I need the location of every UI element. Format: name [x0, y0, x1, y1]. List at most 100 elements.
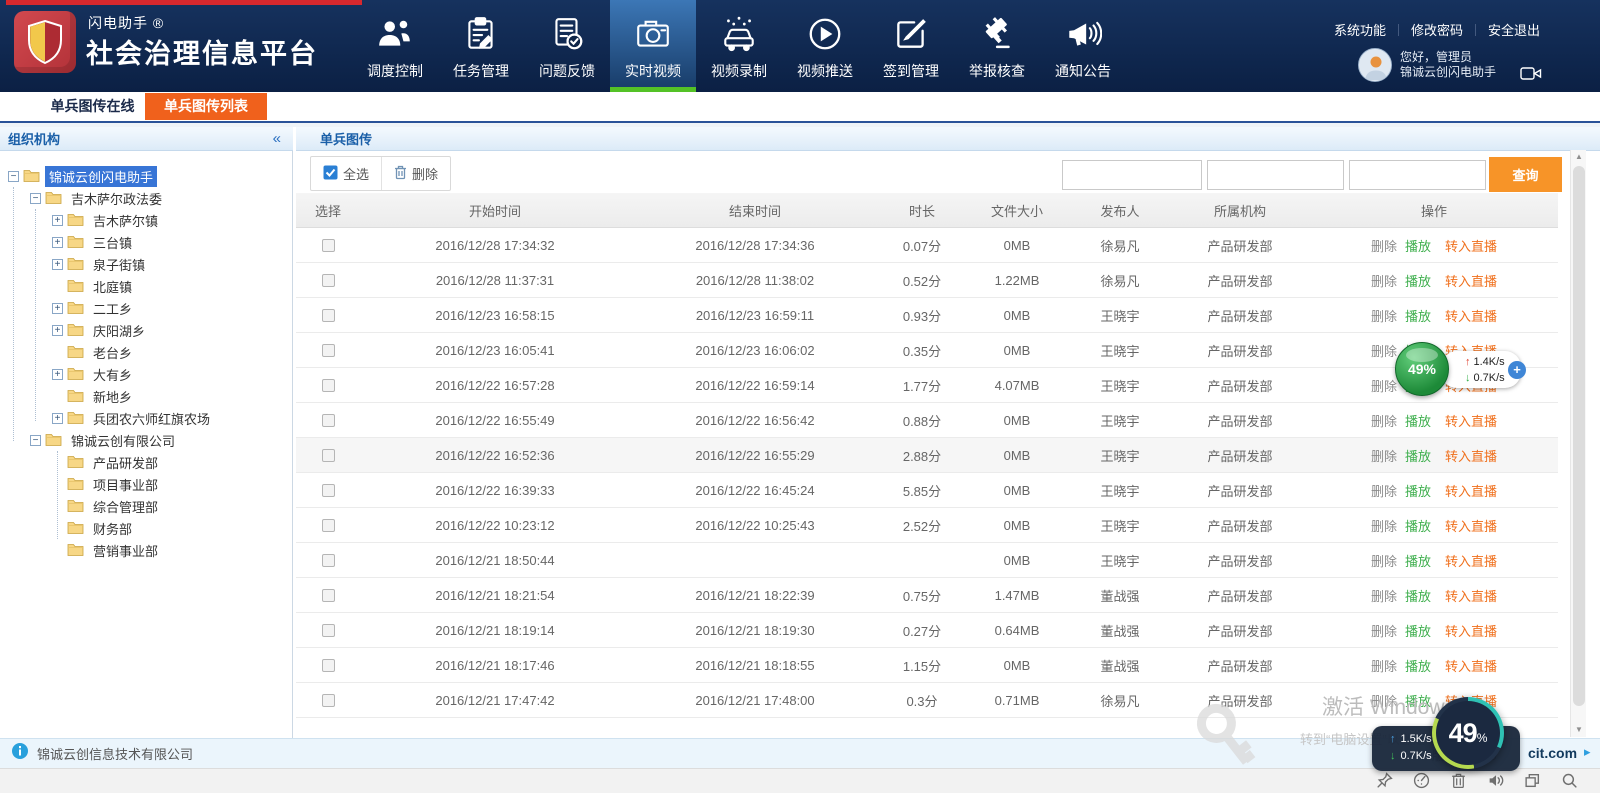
- tree-node[interactable]: −锦诚云创闪电助手: [8, 165, 157, 187]
- tree-node-label[interactable]: 泉子街镇: [89, 254, 149, 275]
- expand-node-icon[interactable]: +: [52, 215, 63, 226]
- nav-item-task[interactable]: 任务管理: [438, 0, 524, 92]
- tree-node-label[interactable]: 大有乡: [89, 364, 136, 385]
- tree-node[interactable]: + 吉木萨尔镇: [52, 209, 162, 231]
- action-to-live-link[interactable]: 转入直播: [1445, 624, 1497, 639]
- footer-copyright-domain[interactable]: cit.com: [1528, 745, 1577, 761]
- action-play-link[interactable]: 播放: [1405, 589, 1431, 604]
- action-play-link[interactable]: 播放: [1405, 414, 1431, 429]
- scroll-up-arrow[interactable]: ▲: [1571, 150, 1587, 164]
- tab-danbing-online[interactable]: 单兵图传在线: [30, 92, 155, 121]
- action-to-live-link[interactable]: 转入直播: [1445, 519, 1497, 534]
- action-delete-link[interactable]: 删除: [1371, 414, 1397, 429]
- nav-item-play[interactable]: 视频推送: [782, 0, 868, 92]
- nav-item-car[interactable]: 视频录制: [696, 0, 782, 92]
- action-delete-link[interactable]: 删除: [1371, 379, 1397, 394]
- tree-node[interactable]: − 吉木萨尔政法委: [30, 187, 166, 209]
- nav-item-camera[interactable]: 实时视频: [610, 0, 696, 92]
- pin-icon[interactable]: [1376, 772, 1393, 789]
- tree-node[interactable]: +庆阳湖乡: [52, 319, 149, 341]
- select-all-button[interactable]: 全选: [311, 157, 381, 190]
- nav-item-gavel[interactable]: 举报核查: [954, 0, 1040, 92]
- trash-icon[interactable]: [1450, 772, 1467, 789]
- footer-arrow-icon[interactable]: ▸: [1584, 744, 1591, 760]
- tree-node[interactable]: 营销事业部: [52, 539, 162, 561]
- action-to-live-link[interactable]: 转入直播: [1445, 239, 1497, 254]
- query-button[interactable]: 查询: [1489, 157, 1562, 192]
- filter-input-1[interactable]: [1062, 160, 1202, 190]
- tree-node[interactable]: 综合管理部: [52, 495, 162, 517]
- action-to-live-link[interactable]: 转入直播: [1445, 274, 1497, 289]
- vertical-scrollbar[interactable]: ▲ ▼: [1570, 150, 1586, 737]
- action-play-link[interactable]: 播放: [1405, 274, 1431, 289]
- filter-input-3[interactable]: [1349, 160, 1486, 190]
- tree-node-label[interactable]: 兵团农六师红旗农场: [89, 408, 214, 429]
- expand-node-icon[interactable]: +: [52, 259, 63, 270]
- action-delete-link[interactable]: 删除: [1371, 554, 1397, 569]
- row-checkbox[interactable]: [322, 554, 335, 567]
- net-widget-plus-button[interactable]: +: [1508, 361, 1526, 379]
- tree-node-label[interactable]: 项目事业部: [89, 474, 162, 495]
- tree-node[interactable]: 项目事业部: [52, 473, 162, 495]
- tree-node-label[interactable]: 北庭镇: [89, 276, 136, 297]
- tree-node-label[interactable]: 吉木萨尔政法委: [67, 188, 166, 209]
- row-checkbox[interactable]: [322, 659, 335, 672]
- tree-node[interactable]: 产品研发部: [52, 451, 162, 473]
- row-checkbox[interactable]: [322, 449, 335, 462]
- tree-node-label[interactable]: 新地乡: [89, 386, 136, 407]
- net-widget-percent-bubble[interactable]: 49%: [1395, 342, 1449, 396]
- tree-node[interactable]: −锦诚云创有限公司: [30, 429, 179, 451]
- collapse-node-icon[interactable]: −: [30, 435, 41, 446]
- tree-node-label[interactable]: 三台镇: [89, 232, 136, 253]
- row-checkbox[interactable]: [322, 624, 335, 637]
- action-play-link[interactable]: 播放: [1405, 484, 1431, 499]
- tree-node[interactable]: +二工乡: [52, 297, 136, 319]
- tree-node-label[interactable]: 财务部: [89, 518, 136, 539]
- window-icon[interactable]: [1524, 772, 1541, 789]
- row-checkbox[interactable]: [322, 589, 335, 602]
- action-play-link[interactable]: 播放: [1405, 554, 1431, 569]
- action-delete-link[interactable]: 删除: [1371, 519, 1397, 534]
- collapse-node-icon[interactable]: −: [30, 193, 41, 204]
- scroll-down-arrow[interactable]: ▼: [1571, 723, 1587, 737]
- tree-node[interactable]: 老台乡: [52, 341, 136, 363]
- tree-node[interactable]: 财务部: [52, 517, 136, 539]
- tree-node-label[interactable]: 二工乡: [89, 298, 136, 319]
- top-link-3[interactable]: 安全退出: [1476, 20, 1552, 39]
- action-to-live-link[interactable]: 转入直播: [1445, 449, 1497, 464]
- tree-node-label[interactable]: 吉木萨尔镇: [89, 210, 162, 231]
- tree-node[interactable]: + 大有乡: [52, 363, 136, 385]
- speaker-icon[interactable]: [1487, 772, 1504, 789]
- action-delete-link[interactable]: 删除: [1371, 659, 1397, 674]
- action-delete-link[interactable]: 删除: [1371, 239, 1397, 254]
- tree-node-label[interactable]: 综合管理部: [89, 496, 162, 517]
- expand-node-icon[interactable]: +: [52, 237, 63, 248]
- expand-node-icon[interactable]: +: [52, 413, 63, 424]
- action-play-link[interactable]: 播放: [1405, 624, 1431, 639]
- action-play-link[interactable]: 播放: [1405, 309, 1431, 324]
- action-delete-link[interactable]: 删除: [1371, 309, 1397, 324]
- action-delete-link[interactable]: 删除: [1371, 484, 1397, 499]
- action-play-link[interactable]: 播放: [1405, 239, 1431, 254]
- row-checkbox[interactable]: [322, 379, 335, 392]
- action-play-link[interactable]: 播放: [1405, 519, 1431, 534]
- action-to-live-link[interactable]: 转入直播: [1445, 659, 1497, 674]
- expand-node-icon[interactable]: +: [52, 369, 63, 380]
- collapse-node-icon[interactable]: −: [8, 171, 19, 182]
- tree-node[interactable]: 新地乡: [52, 385, 136, 407]
- filter-input-2[interactable]: [1207, 160, 1344, 190]
- nav-item-megaphone[interactable]: 通知公告: [1040, 0, 1126, 92]
- tree-node-label[interactable]: 老台乡: [89, 342, 136, 363]
- row-checkbox[interactable]: [322, 274, 335, 287]
- nav-item-feedback[interactable]: 问题反馈: [524, 0, 610, 92]
- tree-node[interactable]: + 泉子街镇: [52, 253, 149, 275]
- tree-node-label[interactable]: 营销事业部: [89, 540, 162, 561]
- action-to-live-link[interactable]: 转入直播: [1445, 554, 1497, 569]
- scrollbar-thumb[interactable]: [1573, 166, 1585, 706]
- action-delete-link[interactable]: 删除: [1371, 589, 1397, 604]
- top-link-1[interactable]: 系统功能: [1322, 20, 1398, 39]
- action-to-live-link[interactable]: 转入直播: [1445, 414, 1497, 429]
- row-checkbox[interactable]: [322, 484, 335, 497]
- tab-danbing-list[interactable]: 单兵图传列表: [145, 93, 267, 120]
- action-delete-link[interactable]: 删除: [1371, 344, 1397, 359]
